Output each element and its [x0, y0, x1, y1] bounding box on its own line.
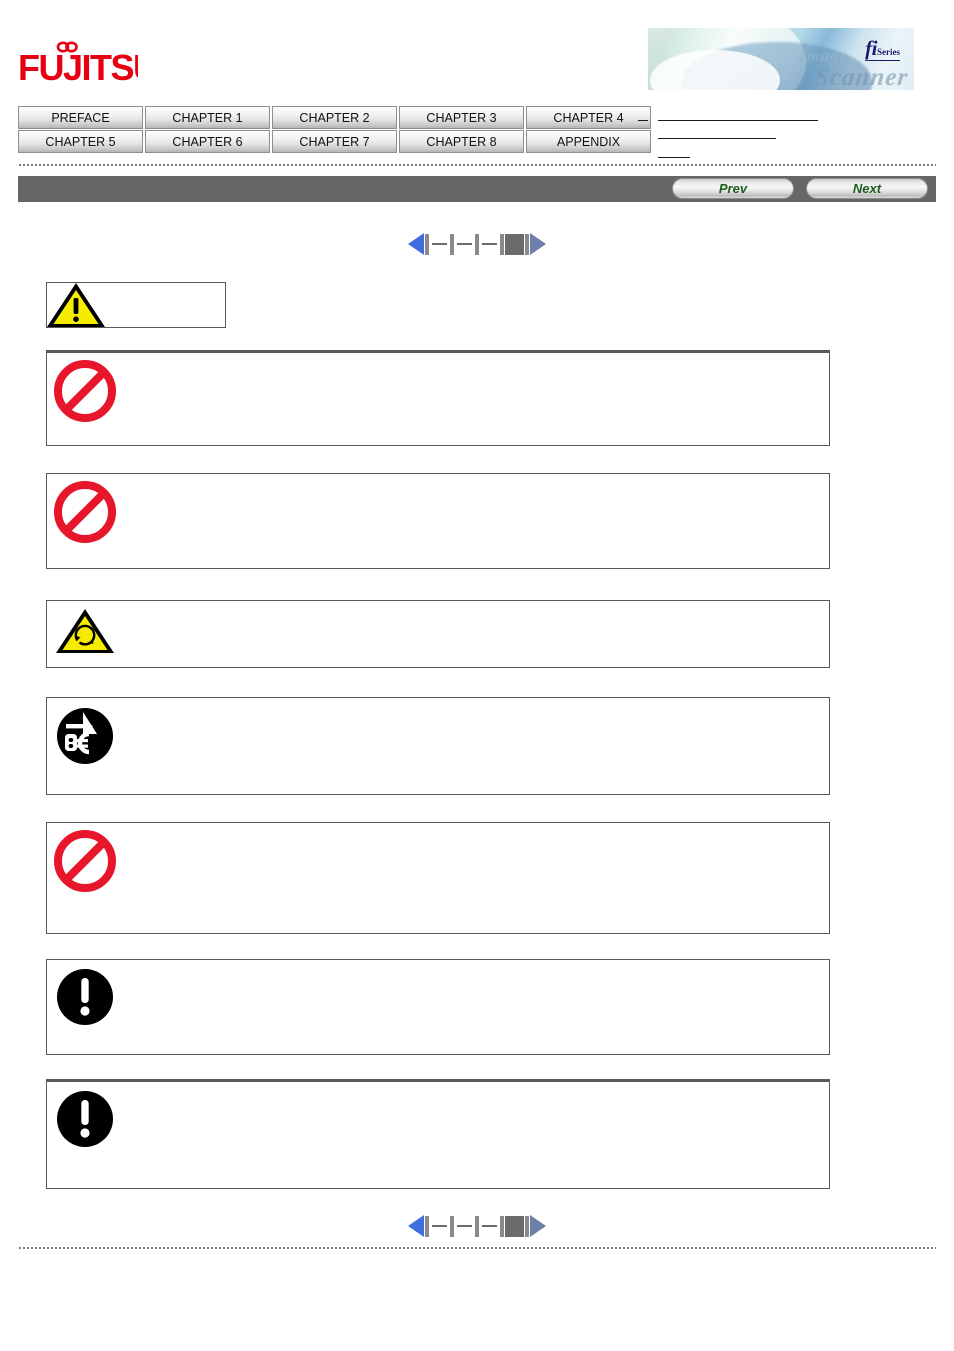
tab-appendix[interactable]: APPENDIX	[526, 130, 651, 153]
pagination-separator	[450, 233, 454, 255]
pagination-step-3[interactable]	[482, 1225, 497, 1227]
pagination-separator	[500, 1215, 504, 1237]
footer-divider	[18, 1247, 936, 1249]
notice-text-4	[119, 698, 829, 718]
banner-fi-logo: fiSeries	[865, 38, 900, 61]
notice-icon-cell	[47, 960, 119, 1028]
prohibition-icon	[54, 481, 116, 543]
tab-row-1: PREFACE CHAPTER 1 CHAPTER 2 CHAPTER 3 CH…	[18, 106, 653, 129]
pagination-top	[0, 231, 954, 257]
tab-chapter-3[interactable]: CHAPTER 3	[399, 106, 524, 129]
breadcrumb-link-3[interactable]	[658, 157, 690, 158]
notice-text-5	[119, 823, 829, 843]
banner-image-word: Image	[797, 46, 850, 65]
notice-box-5	[46, 822, 830, 934]
pagination-separator	[500, 233, 504, 255]
breadcrumb-dash	[638, 120, 648, 121]
pagination-next-arrow-icon[interactable]	[530, 233, 546, 255]
notice-icon-cell	[47, 474, 119, 544]
pagination-separator	[475, 233, 479, 255]
pagination-prev-arrow-icon[interactable]	[408, 233, 424, 255]
notice-box-3	[46, 600, 830, 668]
mandatory-action-icon	[57, 969, 113, 1025]
breadcrumb-link-2[interactable]	[658, 138, 776, 139]
notice-box-4	[46, 697, 830, 795]
header-divider	[18, 164, 936, 166]
fi-series-banner: Image Scanner fiSeries	[648, 28, 914, 90]
tab-chapter-6[interactable]: CHAPTER 6	[145, 130, 270, 153]
pagination-separator	[450, 1215, 454, 1237]
notice-icon-cell	[47, 1082, 119, 1150]
fujitsu-wordmark: FUJITSU	[18, 47, 138, 88]
unplug-power-icon	[57, 708, 113, 764]
rotating-parts-hazard-icon	[56, 609, 114, 653]
pagination-current-page	[505, 1215, 524, 1237]
mandatory-action-icon	[57, 1091, 113, 1147]
pagination-prev-arrow-icon[interactable]	[408, 1215, 424, 1237]
notice-icon-cell	[47, 353, 119, 423]
notice-box-6	[46, 959, 830, 1055]
next-button[interactable]: Next	[806, 178, 928, 199]
pagination-step-3[interactable]	[482, 243, 497, 245]
tab-chapter-5[interactable]: CHAPTER 5	[18, 130, 143, 153]
fujitsu-logo: FUJITSU	[18, 40, 159, 90]
pagination-step-2[interactable]	[457, 243, 472, 245]
tab-preface[interactable]: PREFACE	[18, 106, 143, 129]
notice-icon-cell	[47, 601, 119, 655]
tab-chapter-1[interactable]: CHAPTER 1	[145, 106, 270, 129]
tab-chapter-7[interactable]: CHAPTER 7	[272, 130, 397, 153]
prohibition-icon	[54, 830, 116, 892]
warning-triangle-icon	[47, 283, 105, 327]
pagination-step-1[interactable]	[432, 1225, 447, 1227]
banner-fi-text: fi	[865, 36, 877, 60]
breadcrumb-link-1[interactable]	[658, 120, 818, 121]
chapter-tab-nav: PREFACE CHAPTER 1 CHAPTER 2 CHAPTER 3 CH…	[18, 106, 653, 153]
page-header: FUJITSU Image Scanner fiSeries PREFACE C…	[0, 0, 954, 158]
banner-series-text: Series	[877, 47, 900, 57]
tab-row-2: CHAPTER 5 CHAPTER 6 CHAPTER 7 CHAPTER 8 …	[18, 129, 653, 153]
pagination-next-arrow-icon[interactable]	[530, 1215, 546, 1237]
pagination-separator	[475, 1215, 479, 1237]
pagination-step-2[interactable]	[457, 1225, 472, 1227]
banner-fi-underline	[865, 60, 900, 61]
notice-text-2	[119, 474, 829, 494]
prev-button[interactable]: Prev	[672, 178, 794, 199]
pagination-bottom	[0, 1213, 954, 1239]
notice-text-7	[119, 1082, 829, 1102]
prohibition-icon	[54, 360, 116, 422]
pagination-separator	[525, 1215, 529, 1237]
notice-text-3	[119, 601, 829, 621]
notice-icon-cell	[47, 698, 119, 768]
pagination-separator	[425, 233, 429, 255]
pagination-step-1[interactable]	[432, 243, 447, 245]
banner-scanner-word: Scanner	[813, 63, 910, 91]
pagination-separator	[425, 1215, 429, 1237]
notice-text-6	[119, 960, 829, 980]
breadcrumb	[638, 108, 918, 158]
tab-chapter-8[interactable]: CHAPTER 8	[399, 130, 524, 153]
pagination-separator	[525, 233, 529, 255]
notice-text-1	[119, 353, 829, 373]
tab-chapter-2[interactable]: CHAPTER 2	[272, 106, 397, 129]
notice-box-2	[46, 473, 830, 569]
caution-heading-box	[46, 282, 226, 328]
notice-icon-cell	[47, 823, 119, 893]
tab-chapter-4[interactable]: CHAPTER 4	[526, 106, 651, 129]
prev-next-toolbar: Prev Next	[18, 176, 936, 202]
pagination-current-page	[505, 233, 524, 255]
notice-box-7	[46, 1079, 830, 1189]
notice-box-1	[46, 350, 830, 446]
